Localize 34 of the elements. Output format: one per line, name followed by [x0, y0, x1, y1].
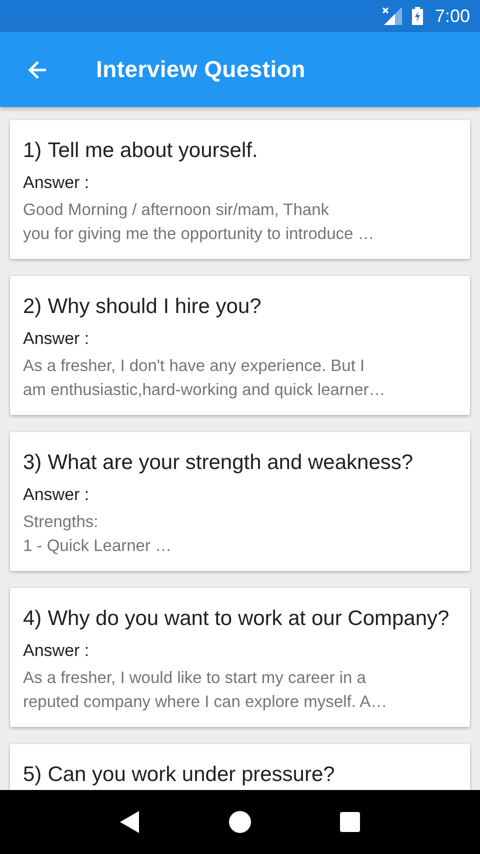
- question-card[interactable]: 2) Why should I hire you? Answer : As a fresher, I don't have any experience. But I am enthusiastic,hard-working and quick learner…: [10, 276, 470, 415]
- answer-text: you for giving me the opportunity to introduce …: [23, 224, 376, 245]
- question-card[interactable]: 1) Tell me about yourself. Answer : Good Morning / afternoon sir/mam, Thank you for giving me the opportunity to introduce …: [10, 120, 470, 259]
- answer-text: As a fresher, I don't have any experience. But I: [23, 356, 366, 377]
- answer-label: Answer :: [23, 640, 90, 662]
- clock-time: 7:00: [434, 6, 470, 26]
- question-text: Tell me about yourself.: [48, 138, 258, 164]
- question-card[interactable]: 3) What are your strength and weakness? Answer : Strengths: 1 - Quick Learner …: [10, 432, 470, 571]
- answer-text: Strengths:: [23, 512, 100, 533]
- screen-title: Interview Question: [96, 56, 306, 83]
- question-number: 5): [23, 762, 42, 788]
- answer-text: 1 - Quick Learner …: [23, 536, 173, 557]
- question-card[interactable]: 5) Can you work under pressure?: [10, 744, 470, 790]
- answer-text: As a fresher, I would like to start my career in a: [23, 668, 367, 689]
- question-text: Why should I hire you?: [48, 294, 262, 320]
- question-text: Can you work under pressure?: [48, 762, 335, 788]
- answer-label: Answer :: [23, 484, 90, 506]
- signal-icon: [382, 7, 402, 25]
- answer-text: am enthusiastic,hard-working and quick learner…: [23, 380, 386, 401]
- back-icon[interactable]: [120, 811, 140, 833]
- question-card[interactable]: 4) Why do you want to work at our Company? Answer : As a fresher, I would like to start my career in a reputed company where I can explore myself. A…: [10, 588, 470, 727]
- recents-icon[interactable]: [340, 812, 360, 832]
- question-text: Why do you want to work at our Company?: [48, 606, 450, 632]
- question-number: 2): [23, 294, 42, 320]
- question-number: 3): [23, 450, 42, 476]
- answer-label: Answer :: [23, 328, 90, 350]
- question-number: 1): [23, 138, 42, 164]
- home-icon[interactable]: [228, 811, 251, 833]
- battery-charging-icon: [412, 7, 423, 25]
- answer-text: Good Morning / afternoon sir/mam, Thank: [23, 200, 330, 221]
- question-text: What are your strength and weakness?: [48, 450, 414, 476]
- answer-text: reputed company where I can explore myself. A…: [23, 692, 388, 713]
- answer-label: Answer :: [23, 172, 90, 194]
- question-number: 4): [23, 606, 42, 632]
